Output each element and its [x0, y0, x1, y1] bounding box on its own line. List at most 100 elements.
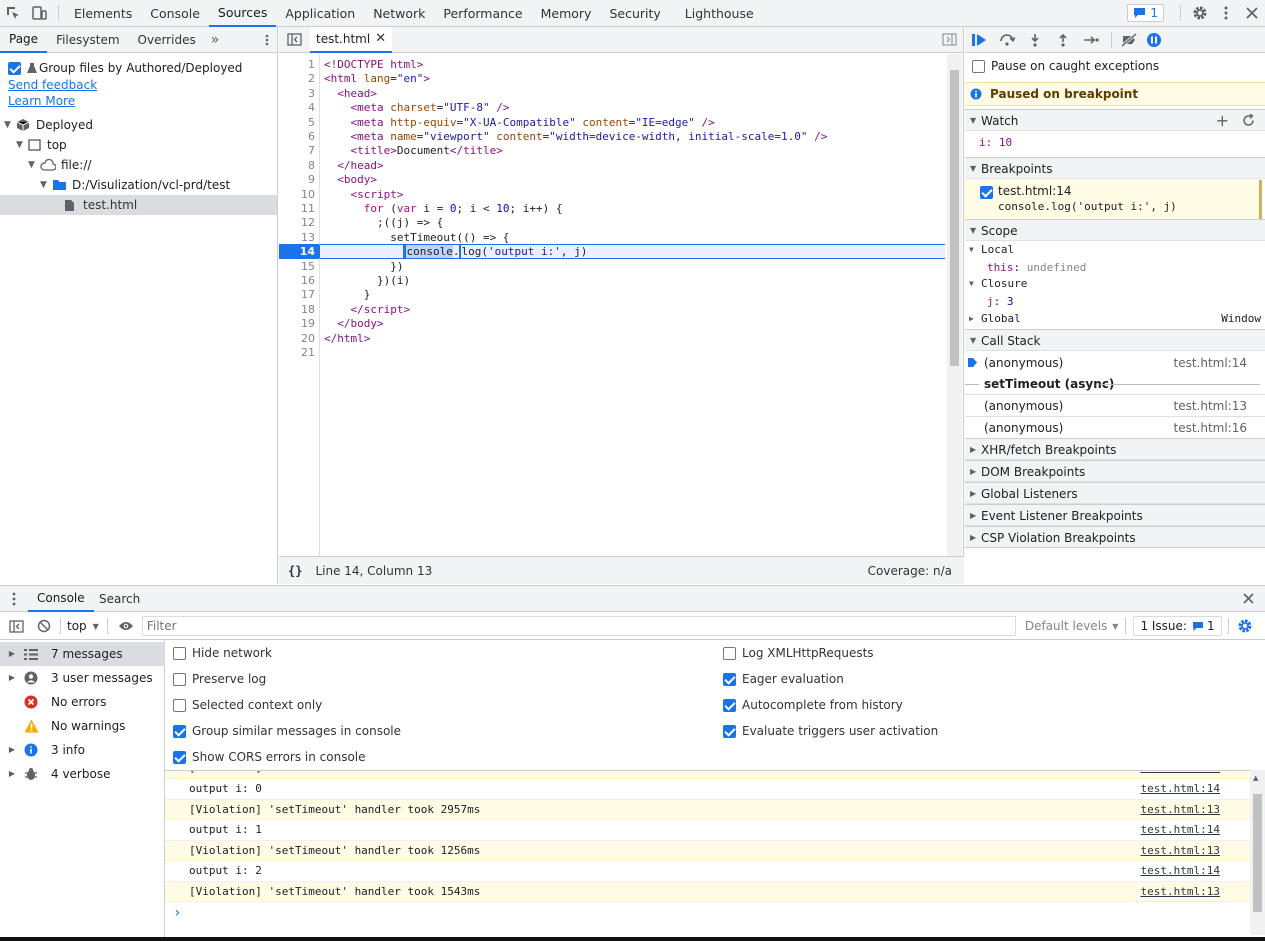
message-source-link[interactable]: test.html:14 — [1141, 779, 1220, 800]
eye-icon[interactable] — [116, 621, 136, 631]
sidebar-toggle-icon[interactable] — [0, 619, 32, 633]
tree-node-top[interactable]: ▼ top — [16, 135, 67, 155]
gear-icon[interactable] — [1187, 0, 1213, 27]
tree-node-folder[interactable]: ▼ D:/Visulization/vcl-prd/test — [40, 175, 230, 195]
console-settings-gear-icon[interactable] — [1235, 618, 1255, 634]
scrollbar-thumb[interactable] — [1253, 794, 1262, 912]
tab-application[interactable]: Application — [276, 0, 364, 27]
log-levels-dropdown[interactable]: Default levels ▼ — [1025, 619, 1119, 633]
toggle-navigator-icon[interactable] — [287, 33, 302, 46]
step-out-icon[interactable] — [1049, 33, 1077, 47]
scope-global[interactable]: ▶ Global Window — [965, 310, 1265, 328]
pause-caught-setting[interactable]: Pause on caught exceptions — [965, 55, 1265, 77]
checkbox[interactable] — [173, 750, 186, 764]
checkbox[interactable] — [173, 672, 186, 686]
checkbox[interactable] — [173, 646, 186, 660]
close-drawer-icon[interactable] — [1243, 593, 1254, 604]
console-scrollbar[interactable]: ▲ — [1250, 770, 1265, 935]
kebab-menu-icon[interactable] — [1213, 0, 1239, 27]
checkbox[interactable] — [173, 724, 186, 738]
checkbox[interactable] — [173, 698, 186, 712]
code-area[interactable]: <!DOCTYPE html> <html lang="en"> <head> … — [279, 54, 947, 557]
tab-sources[interactable]: Sources — [208, 0, 277, 27]
deactivate-breakpoints-icon[interactable] — [1118, 32, 1140, 47]
issues-badge[interactable]: 1 — [1127, 4, 1164, 22]
pause-caught-checkbox[interactable] — [972, 59, 985, 73]
setting-user-activation[interactable]: Evaluate triggers user activation — [723, 721, 938, 741]
resume-icon[interactable] — [965, 33, 993, 47]
message-source-link[interactable]: test.html:13 — [1141, 771, 1220, 779]
pretty-print-icon[interactable]: {} — [288, 564, 302, 578]
tab-lighthouse[interactable]: Lighthouse — [676, 0, 763, 27]
editor-tab-test-html[interactable]: test.html ✕ — [310, 26, 393, 53]
step-icon[interactable] — [1077, 35, 1105, 45]
checkbox[interactable] — [723, 698, 736, 712]
tab-memory[interactable]: Memory — [532, 0, 601, 27]
scrollbar-thumb[interactable] — [950, 70, 959, 366]
setting-autocomplete[interactable]: Autocomplete from history — [723, 695, 903, 715]
drawer-tab-search[interactable]: Search — [90, 586, 149, 612]
call-frame[interactable]: (anonymous) test.html:16 — [965, 417, 1265, 439]
sidebar-item-verbose[interactable]: ▶ 4 verbose — [0, 762, 165, 786]
xhr-breakpoints-header[interactable]: ▶ XHR/fetch Breakpoints — [965, 438, 1265, 460]
breakpoint-checkbox[interactable] — [980, 186, 993, 199]
tab-page[interactable]: Page — [0, 27, 48, 53]
tree-node-deployed[interactable]: ▼ Deployed — [4, 115, 93, 135]
group-files-checkbox[interactable] — [8, 61, 21, 75]
drawer-tab-console[interactable]: Console — [28, 586, 94, 612]
tab-filesystem[interactable]: Filesystem — [47, 27, 128, 53]
dom-breakpoints-header[interactable]: ▶ DOM Breakpoints — [965, 460, 1265, 482]
global-listeners-header[interactable]: ▶ Global Listeners — [965, 482, 1265, 504]
event-listener-breakpoints-header[interactable]: ▶ Event Listener Breakpoints — [965, 504, 1265, 526]
checkbox[interactable] — [723, 672, 736, 686]
setting-group-similar[interactable]: Group similar messages in console — [173, 721, 401, 741]
checkbox[interactable] — [723, 724, 736, 738]
message-source-link[interactable]: test.html:13 — [1141, 882, 1220, 903]
close-icon[interactable] — [1239, 0, 1265, 27]
setting-eager-eval[interactable]: Eager evaluation — [723, 669, 844, 689]
message-source-link[interactable]: test.html:13 — [1141, 841, 1220, 862]
sidebar-item-errors[interactable]: No errors — [0, 690, 165, 714]
setting-cors-errors[interactable]: Show CORS errors in console — [173, 747, 366, 767]
sidebar-item-messages[interactable]: ▶ 7 messages — [0, 642, 165, 666]
tree-node-test-html[interactable]: test.html — [0, 195, 277, 215]
drawer-menu-icon[interactable] — [12, 592, 16, 606]
add-watch-icon[interactable]: + — [1216, 110, 1229, 132]
tab-overrides[interactable]: Overrides — [129, 27, 205, 53]
message-source-link[interactable]: test.html:14 — [1141, 861, 1220, 882]
console-filter-input[interactable] — [141, 616, 1016, 636]
sidebar-item-info[interactable]: ▶ 3 info — [0, 738, 165, 762]
editor-scrollbar[interactable] — [947, 54, 962, 557]
call-frame-current[interactable]: (anonymous) test.html:14 — [965, 352, 1265, 374]
inspect-element-icon[interactable] — [0, 0, 26, 27]
console-messages[interactable]: [Violation] 'setTimeout' handler took 79… — [165, 770, 1250, 940]
breakpoints-header[interactable]: ▼ Breakpoints — [965, 157, 1265, 179]
scope-var-j[interactable]: j: 3 — [965, 293, 1265, 311]
tab-elements[interactable]: Elements — [65, 0, 141, 27]
tab-network[interactable]: Network — [364, 0, 434, 27]
setting-selected-context[interactable]: Selected context only — [173, 695, 322, 715]
console-prompt[interactable]: › — [173, 902, 181, 924]
step-over-icon[interactable] — [993, 33, 1021, 47]
watch-expression[interactable]: i: 10 — [965, 132, 1265, 154]
issues-button[interactable]: 1 Issue: 1 — [1133, 616, 1222, 636]
tab-security[interactable]: Security — [600, 0, 669, 27]
step-into-icon[interactable] — [1021, 33, 1049, 47]
callstack-header[interactable]: ▼ Call Stack — [965, 329, 1265, 351]
breakpoint-item[interactable]: test.html:14 console.log('output i:', j) — [965, 180, 1262, 219]
tree-node-file[interactable]: ▼ file:// — [28, 155, 91, 175]
checkbox[interactable] — [723, 646, 736, 660]
message-source-link[interactable]: test.html:14 — [1141, 820, 1220, 841]
clear-console-icon[interactable] — [32, 619, 56, 633]
learn-more-link[interactable]: Learn More — [8, 91, 75, 111]
more-tabs-icon[interactable]: » — [205, 32, 226, 48]
scope-local[interactable]: ▼ Local — [965, 241, 1265, 259]
scroll-up-icon[interactable]: ▲ — [1253, 774, 1258, 782]
scope-header[interactable]: ▼ Scope — [965, 219, 1265, 241]
toggle-debugger-icon[interactable] — [942, 33, 957, 46]
close-tab-icon[interactable]: ✕ — [375, 26, 386, 52]
tab-performance[interactable]: Performance — [434, 0, 531, 27]
sidebar-item-user-messages[interactable]: ▶ 3 user messages — [0, 666, 165, 690]
refresh-icon[interactable] — [1242, 114, 1255, 127]
watch-header[interactable]: ▼ Watch + — [965, 109, 1265, 131]
